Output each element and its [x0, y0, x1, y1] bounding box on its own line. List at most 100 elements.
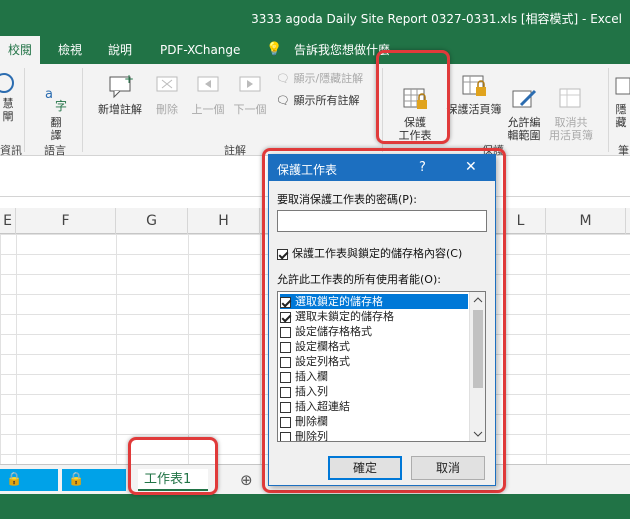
show-hide-comment-label: 顯示/隱藏註解 — [293, 72, 364, 85]
list-item[interactable]: 插入欄 — [280, 369, 468, 384]
divider — [24, 68, 25, 152]
ribbon: 慧 閘 資訊 a字 翻 譯 語言 + 新增註解 刪除 上一個 下一個 🗨 顯示/… — [0, 64, 630, 157]
svg-text:+: + — [124, 72, 134, 86]
sheet-tab-0331[interactable]: 🔒 0331 — [62, 469, 126, 509]
show-all-comments-button[interactable]: 🗨 顯示所有註解 — [276, 94, 359, 107]
next-label: 下一個 — [233, 103, 267, 116]
list-item[interactable]: 設定列格式 — [280, 354, 468, 369]
option-label: 設定欄格式 — [295, 340, 350, 353]
partial-label-2: 閘 — [2, 110, 14, 123]
lock-icon: 🔒 — [6, 472, 23, 487]
ink-icon — [615, 77, 630, 95]
comments-small-icon: 🗨 — [276, 94, 290, 107]
dialog-title: 保護工作表 — [277, 163, 338, 177]
list-scrollbar[interactable] — [469, 292, 485, 441]
new-comment-button[interactable]: + 新增註解 — [92, 72, 148, 116]
list-item[interactable]: 選取鎖定的儲存格 — [280, 294, 468, 309]
checkbox-unchecked[interactable] — [280, 371, 291, 383]
list-item[interactable]: 設定儲存格格式 — [280, 324, 468, 339]
protect-workbook-button[interactable]: 保護活頁簿 — [446, 72, 502, 116]
password-input[interactable] — [277, 210, 487, 232]
column-header-e[interactable]: E — [0, 208, 16, 234]
allow-users-label: 允許此工作表的所有使用者能(O): — [277, 273, 441, 286]
scroll-thumb[interactable] — [473, 310, 483, 388]
checkbox-unchecked[interactable] — [280, 401, 291, 413]
list-item[interactable]: 插入列 — [280, 384, 468, 399]
list-item[interactable]: 刪除列 — [280, 429, 468, 442]
checkbox-unchecked[interactable] — [280, 416, 291, 428]
sheet-tab-0330[interactable]: 🔒 0330 — [0, 469, 58, 509]
show-all-comments-label: 顯示所有註解 — [293, 94, 360, 107]
tab-pdf-xchange[interactable]: PDF-XChange — [160, 36, 240, 64]
grid-line — [16, 234, 17, 464]
allow-edit-ranges-button[interactable]: 允許編 輯範圍 — [502, 72, 546, 155]
column-header-g[interactable]: G — [116, 208, 188, 234]
previous-label: 上一個 — [191, 103, 225, 116]
grid-line — [188, 234, 189, 464]
option-label: 選取鎖定的儲存格 — [295, 295, 383, 308]
close-button[interactable]: ✕ — [465, 159, 477, 175]
option-label: 設定儲存格格式 — [295, 325, 372, 338]
lock-icon: 🔒 — [68, 472, 85, 487]
list-item[interactable]: 選取未鎖定的儲存格 — [280, 309, 468, 324]
tab-help[interactable]: 說明 — [108, 36, 132, 64]
grid-line — [260, 234, 261, 464]
checkbox-unchecked[interactable] — [280, 356, 291, 368]
hide-ink-label: 隱藏 — [615, 103, 627, 129]
column-header-m[interactable]: M — [546, 208, 626, 234]
language-group-label: 語言 — [44, 144, 66, 157]
lightbulb-icon: 💡 — [266, 42, 283, 57]
ok-button[interactable]: 確定 — [328, 456, 402, 480]
checkbox-unchecked[interactable] — [280, 341, 291, 353]
option-label: 插入列 — [295, 385, 328, 398]
delete-label: 刪除 — [156, 103, 178, 116]
list-item[interactable]: 插入超連結 — [280, 399, 468, 414]
checkbox-checked[interactable] — [280, 311, 291, 323]
unshare-workbook-label: 取消共 用活頁簿 — [549, 116, 593, 142]
new-comment-icon: + — [109, 72, 134, 99]
hide-ink-button[interactable]: 隱藏 — [612, 72, 630, 129]
cancel-button[interactable]: 取消 — [411, 456, 485, 480]
checkbox-unchecked[interactable] — [280, 386, 291, 398]
previous-comment-icon — [197, 76, 219, 92]
delete-comment-icon — [156, 76, 178, 92]
checkbox-unchecked[interactable] — [280, 326, 291, 338]
protect-contents-label: 保護工作表與鎖定的儲存格內容(C) — [292, 247, 463, 260]
show-hide-comment-button[interactable]: 🗨 顯示/隱藏註解 — [276, 72, 363, 85]
password-label: 要取消保護工作表的密碼(P): — [277, 193, 417, 206]
delete-comment-button[interactable]: 刪除 — [150, 72, 184, 116]
unshare-workbook-button[interactable]: 取消共 用活頁簿 — [546, 72, 596, 155]
tab-review[interactable]: 校閱 — [0, 36, 41, 64]
status-bar — [0, 494, 630, 519]
title-bar: 3333 agoda Daily Site Report 0327-0331.x… — [0, 0, 630, 36]
protect-contents-checkbox[interactable]: 保護工作表與鎖定的儲存格內容(C) — [277, 245, 462, 261]
translate-icon: a字 — [45, 87, 67, 113]
option-label: 插入超連結 — [295, 400, 350, 413]
partial-button[interactable]: 慧 閘 — [0, 72, 16, 123]
option-label: 刪除列 — [295, 430, 328, 442]
permissions-list: 選取鎖定的儲存格 選取未鎖定的儲存格 設定儲存格格式 設定欄格式 設定列格式 插… — [277, 291, 486, 442]
checkbox-unchecked[interactable] — [280, 431, 291, 441]
next-comment-icon — [239, 76, 261, 92]
column-header-h[interactable]: H — [188, 208, 260, 234]
window-title: 3333 agoda Daily Site Report 0327-0331.x… — [251, 12, 622, 26]
tab-view[interactable]: 檢視 — [58, 36, 82, 64]
svg-text:a: a — [45, 87, 53, 102]
checkbox-checked[interactable] — [277, 248, 288, 260]
list-item[interactable]: 刪除欄 — [280, 414, 468, 429]
checkbox-checked[interactable] — [280, 296, 291, 308]
column-header-f[interactable]: F — [16, 208, 116, 234]
list-item[interactable]: 設定欄格式 — [280, 339, 468, 354]
help-button[interactable]: ? — [419, 160, 426, 175]
next-comment-button[interactable]: 下一個 — [230, 72, 270, 116]
dialog-title-bar: 保護工作表 ? ✕ — [269, 155, 495, 181]
protect-workbook-label: 保護活頁簿 — [446, 103, 502, 116]
previous-comment-button[interactable]: 上一個 — [188, 72, 228, 116]
option-label: 選取未鎖定的儲存格 — [295, 310, 394, 323]
comment-small-icon: 🗨 — [276, 72, 290, 85]
translate-label: 翻 譯 — [50, 116, 62, 142]
grid-line — [546, 234, 547, 464]
add-sheet-button[interactable]: ⊕ — [234, 469, 259, 491]
highlight-protect-sheet — [376, 50, 450, 144]
grid-line — [116, 234, 117, 464]
